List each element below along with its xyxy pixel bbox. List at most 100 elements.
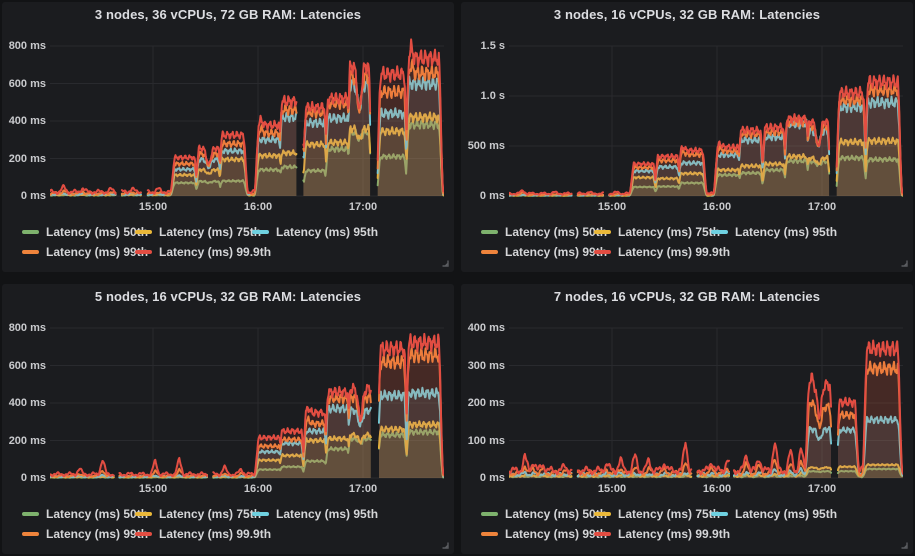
series-dash-icon <box>711 512 728 516</box>
series-dash-icon <box>252 512 269 516</box>
legend-label: Latency (ms) 75th <box>618 507 720 521</box>
legend-label: Latency (ms) 99th <box>46 527 148 541</box>
x-tick-label: 16:00 <box>232 483 284 495</box>
x-tick-label: 16:00 <box>691 483 743 495</box>
series-dash-icon <box>22 230 39 234</box>
panel-resize-handle-icon[interactable] <box>899 258 909 268</box>
x-tick-label: 17:00 <box>796 483 848 495</box>
y-tick-label: 800 ms <box>2 322 46 334</box>
series-dash-icon <box>481 230 498 234</box>
x-tick-label: 15:00 <box>586 201 638 213</box>
legend-item-latency-75th[interactable]: Latency (ms) 75th <box>135 223 252 240</box>
panel-3nodes-36vcpus-latencies: 3 nodes, 36 vCPUs, 72 GB RAM: Latencies … <box>2 2 454 272</box>
grafana-dashboard: { "colors": { "page_background": "#12131… <box>0 0 915 556</box>
series-dash-icon <box>135 532 152 536</box>
series-dash-icon <box>22 250 39 254</box>
legend: Latency (ms) 50th Latency (ms) 75th Late… <box>22 505 378 542</box>
y-tick-label: 600 ms <box>2 360 46 372</box>
y-tick-label: 500 ms <box>461 140 505 152</box>
legend: Latency (ms) 50th Latency (ms) 75th Late… <box>22 223 378 260</box>
series-dash-icon <box>135 250 152 254</box>
y-tick-label: 1.5 s <box>461 40 505 52</box>
series-dash-icon <box>135 512 152 516</box>
legend-item-latency-50th[interactable]: Latency (ms) 50th <box>481 223 594 240</box>
x-tick-label: 16:00 <box>232 201 284 213</box>
y-tick-label: 600 ms <box>2 78 46 90</box>
series-dash-icon <box>481 532 498 536</box>
panel-5nodes-16vcpus-latencies: 5 nodes, 16 vCPUs, 32 GB RAM: Latencies … <box>2 284 454 554</box>
y-tick-label: 400 ms <box>461 322 505 334</box>
legend-label: Latency (ms) 99th <box>505 527 607 541</box>
legend-label: Latency (ms) 99.9th <box>618 527 730 541</box>
legend-label: Latency (ms) 99th <box>505 245 607 259</box>
y-tick-label: 1.0 s <box>461 90 505 102</box>
legend-label: Latency (ms) 95th <box>735 507 837 521</box>
series-dash-icon <box>481 250 498 254</box>
legend-item-latency-50th[interactable]: Latency (ms) 50th <box>22 505 135 522</box>
legend-item-latency-99th[interactable]: Latency (ms) 99th <box>481 525 594 542</box>
legend-label: Latency (ms) 50th <box>505 225 607 239</box>
legend-label: Latency (ms) 75th <box>159 507 261 521</box>
series-dash-icon <box>594 532 611 536</box>
x-tick-label: 16:00 <box>691 201 743 213</box>
y-tick-label: 0 ms <box>2 472 46 484</box>
x-tick-label: 15:00 <box>127 483 179 495</box>
y-tick-label: 400 ms <box>2 397 46 409</box>
legend-item-latency-99-9th[interactable]: Latency (ms) 99.9th <box>135 525 252 542</box>
legend-item-latency-99th[interactable]: Latency (ms) 99th <box>22 243 135 260</box>
legend-label: Latency (ms) 50th <box>46 225 148 239</box>
y-tick-label: 400 ms <box>2 115 46 127</box>
x-tick-label: 15:00 <box>127 201 179 213</box>
legend-item-latency-99th[interactable]: Latency (ms) 99th <box>481 243 594 260</box>
series-dash-icon <box>481 512 498 516</box>
y-tick-label: 0 ms <box>2 190 46 202</box>
series-dash-icon <box>594 230 611 234</box>
series-dash-icon <box>135 230 152 234</box>
legend-label: Latency (ms) 99th <box>46 245 148 259</box>
legend-item-latency-95th[interactable]: Latency (ms) 95th <box>252 223 378 240</box>
legend-label: Latency (ms) 75th <box>618 225 720 239</box>
panel-resize-handle-icon[interactable] <box>899 540 909 550</box>
y-tick-label: 200 ms <box>2 153 46 165</box>
series-dash-icon <box>711 230 728 234</box>
series-dash-icon <box>22 512 39 516</box>
legend-label: Latency (ms) 95th <box>276 225 378 239</box>
y-tick-label: 800 ms <box>2 40 46 52</box>
legend-item-latency-75th[interactable]: Latency (ms) 75th <box>135 505 252 522</box>
legend-item-latency-75th[interactable]: Latency (ms) 75th <box>594 223 711 240</box>
legend-label: Latency (ms) 95th <box>735 225 837 239</box>
x-tick-label: 15:00 <box>586 483 638 495</box>
series-dash-icon <box>252 230 269 234</box>
legend-label: Latency (ms) 50th <box>46 507 148 521</box>
legend-item-latency-99-9th[interactable]: Latency (ms) 99.9th <box>594 243 711 260</box>
legend-item-latency-75th[interactable]: Latency (ms) 75th <box>594 505 711 522</box>
legend-label: Latency (ms) 95th <box>276 507 378 521</box>
series-dash-icon <box>594 512 611 516</box>
panel-3nodes-16vcpus-latencies: 3 nodes, 16 vCPUs, 32 GB RAM: Latencies … <box>461 2 913 272</box>
y-tick-label: 100 ms <box>461 435 505 447</box>
y-tick-label: 200 ms <box>2 435 46 447</box>
legend-label: Latency (ms) 75th <box>159 225 261 239</box>
legend-label: Latency (ms) 99.9th <box>618 245 730 259</box>
x-tick-label: 17:00 <box>337 201 389 213</box>
panel-resize-handle-icon[interactable] <box>440 258 450 268</box>
x-tick-label: 17:00 <box>337 483 389 495</box>
legend-item-latency-95th[interactable]: Latency (ms) 95th <box>711 505 837 522</box>
legend-item-latency-50th[interactable]: Latency (ms) 50th <box>481 505 594 522</box>
legend-item-latency-99th[interactable]: Latency (ms) 99th <box>22 525 135 542</box>
y-tick-label: 300 ms <box>461 360 505 372</box>
legend-label: Latency (ms) 99.9th <box>159 527 271 541</box>
legend-item-latency-99-9th[interactable]: Latency (ms) 99.9th <box>135 243 252 260</box>
legend-label: Latency (ms) 50th <box>505 507 607 521</box>
y-tick-label: 200 ms <box>461 397 505 409</box>
y-tick-label: 0 ms <box>461 472 505 484</box>
series-dash-icon <box>22 532 39 536</box>
legend-label: Latency (ms) 99.9th <box>159 245 271 259</box>
legend-item-latency-50th[interactable]: Latency (ms) 50th <box>22 223 135 240</box>
panel-resize-handle-icon[interactable] <box>440 540 450 550</box>
legend: Latency (ms) 50th Latency (ms) 75th Late… <box>481 223 837 260</box>
legend-item-latency-95th[interactable]: Latency (ms) 95th <box>252 505 378 522</box>
legend-item-latency-95th[interactable]: Latency (ms) 95th <box>711 223 837 240</box>
legend: Latency (ms) 50th Latency (ms) 75th Late… <box>481 505 837 542</box>
legend-item-latency-99-9th[interactable]: Latency (ms) 99.9th <box>594 525 711 542</box>
